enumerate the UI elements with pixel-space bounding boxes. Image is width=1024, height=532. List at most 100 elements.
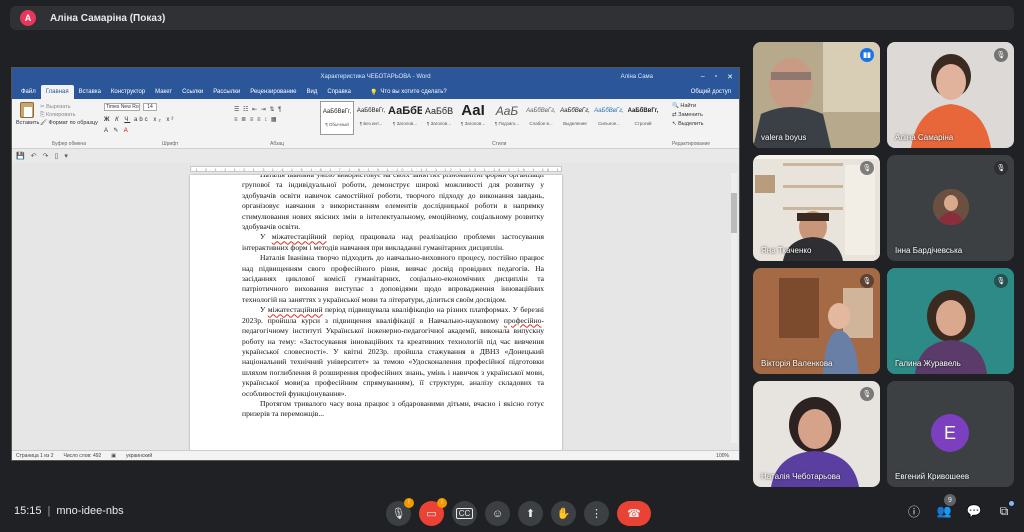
undo-icon[interactable]: ↶ [31,152,37,160]
cut-label: Вырезать [46,104,71,110]
style-heading-1[interactable]: АаБбВ ¶ Заголов... [388,101,422,135]
participant-tile[interactable]: 🎙 Інна Бардічевська [887,155,1014,261]
paragraph-buttons[interactable]: ☰ ☷ ⇤ ⇥ ⇅ ¶ ≡ ≣ ≡ ≡ ↕ ▦ [234,105,282,125]
tab-help[interactable]: Справка [322,87,356,97]
style-strong[interactable]: АаБбВвГг, Строгий [626,101,660,135]
style-sample: АаБбВвГг, [526,108,556,114]
meeting-details-button[interactable]: ⓘ [906,503,922,519]
side-panel-controls: ⓘ 👥 9 💬 ⧉ [906,494,1014,519]
meeting-code[interactable]: mno-idee-nbs [56,505,123,517]
tab-view[interactable]: Вид [302,87,323,97]
mic-button[interactable]: 🎙 ! [386,498,414,526]
tab-insert[interactable]: Вставка [74,87,106,97]
present-button[interactable]: ⬆ [518,501,543,526]
spelling-flag[interactable]: міжатестаційний [272,232,327,241]
spelling-flag[interactable]: професійно [504,316,542,325]
style-intense-emphasis[interactable]: АаБбВвГг, Сильное... [592,101,626,135]
style-name: ¶ Заголов... [460,121,486,126]
tab-design[interactable]: Конструктор [106,87,150,97]
doc-paragraph: Наталія Іванівна уміло використовує на с… [242,175,544,232]
style-no-spacing[interactable]: АаБбВвГг, ¶ Без инт... [354,101,388,135]
doc-paragraph: У міжатестаційний період працювала над р… [242,232,544,252]
scrollbar-thumb[interactable] [731,193,737,233]
replace-label: Заменить [678,112,703,118]
page-count[interactable]: Страница 1 из 2 [16,453,53,459]
chat-icon: 💬 [966,504,982,518]
participant-tile[interactable]: E Евгений Кривошеев [887,381,1014,487]
participant-tile[interactable]: ▮▮ valera boyus [753,42,880,148]
style-title[interactable]: АаІ ¶ Заголов... [456,101,490,135]
vertical-scrollbar[interactable] [731,173,737,443]
spelling-flag[interactable]: міжатестаційний [268,305,323,314]
clock-time: 15:15 [14,505,42,517]
share-button[interactable]: Общий доступ [691,89,731,95]
font-format-buttons[interactable]: Ж К Ч abc x₂ x² [104,117,175,123]
style-name: Слабое в... [529,121,553,126]
find-button[interactable]: 🔍 Найти [672,102,704,111]
minimize-icon[interactable]: – [701,73,705,81]
camera-off-icon: ▭ [426,508,437,520]
save-icon[interactable]: 💾 [16,152,25,160]
style-heading-2[interactable]: АаБбВ ¶ Заголов... [422,101,456,135]
participant-tile[interactable]: 🎙 Наталія Чеботарьова [753,381,880,487]
maximize-icon[interactable]: ▫ [715,73,717,81]
phone-hangup-icon: ☎ [627,508,641,520]
word-count[interactable]: Число слов: 492 [63,453,101,459]
zoom-level[interactable]: 100% [716,453,729,459]
redo-icon[interactable]: ↷ [43,152,49,160]
proofing-icon[interactable]: ▣ [111,453,116,459]
replace-button[interactable]: ⇄ Заменить [672,111,704,120]
doc-paragraph: Протягом тривалого часу вона працює з об… [242,398,544,419]
customize-toolbar-icon[interactable]: ▾ [64,152,68,160]
style-normal[interactable]: АаБбВвГг, ¶ Обычный [320,101,354,135]
paste-label: Вставить [16,120,40,126]
participant-tile[interactable]: 🎙 Аліна Самаріна [887,42,1014,148]
font-size-select[interactable]: 14 [143,103,157,111]
tab-file[interactable]: Файл [16,87,41,97]
language[interactable]: украинский [126,453,152,459]
paragraph-group-label: Абзац [270,141,285,147]
participant-tile[interactable]: 🎙 Яна Ткаченко [753,155,880,261]
cut-button[interactable]: ✂ Вырезать [40,103,98,111]
window-controls: – ▫ ✕ [701,73,733,81]
style-sample: АаБбВвГг, [627,108,659,114]
tell-me-search[interactable]: 💡 Что вы хотите сделать? [370,89,447,96]
leave-call-button[interactable]: ☎ [617,501,651,526]
tab-references[interactable]: Ссылки [177,87,208,97]
raise-hand-button[interactable]: ✋ [551,501,576,526]
style-emphasis[interactable]: АаБбВвГг, Выделение [558,101,592,135]
close-icon[interactable]: ✕ [727,73,733,81]
font-name-select[interactable]: Times New Ro [104,103,140,111]
meeting-info: 15:15 | mno-idee-nbs [14,505,124,517]
more-vert-icon: ⋮ [591,508,602,520]
reactions-button[interactable]: ☺ [485,501,510,526]
tab-review[interactable]: Рецензирование [245,87,301,97]
call-controls: 🎙 ! ▭ ! CC ☺ ⬆ ✋ ⋮ ☎ [386,498,651,526]
presenter-avatar: А [20,10,36,26]
activities-button[interactable]: ⧉ [996,501,1014,519]
document-page[interactable]: Наталія Іванівна уміло використовує на с… [190,175,562,455]
copy-button[interactable]: ⎘ Копировать [40,111,98,119]
camera-button[interactable]: ▭ ! [419,498,447,526]
people-button[interactable]: 👥 9 [936,494,956,519]
style-subtle-emphasis[interactable]: АаБбВвГг, Слабое в... [524,101,558,135]
format-painter-button[interactable]: 🖌 Формат по образцу [40,119,98,127]
participant-tile[interactable]: 🎙 Галина Журавель [887,268,1014,374]
select-label: Выделить [678,121,704,127]
more-options-button[interactable]: ⋮ [584,501,609,526]
chat-button[interactable]: 💬 [966,503,982,519]
clipboard-icon [20,102,34,118]
captions-button[interactable]: CC [452,501,477,526]
touch-mode-icon[interactable]: ▯ [54,152,58,160]
select-button[interactable]: ↖ Выделить [672,120,704,129]
font-color-buttons[interactable]: A ✎ A [104,127,130,134]
tab-layout[interactable]: Макет [150,87,177,97]
activities-dot [1009,501,1014,506]
style-subtitle[interactable]: АаБ ¶ Подзаго... [490,101,524,135]
tab-home[interactable]: Главная [40,85,74,99]
horizontal-ruler: ·1·2·1·1·1·2·1·3·1·4·1·5·1·6·1·7·1·8·1·9… [190,166,562,172]
tab-mailings[interactable]: Рассылки [208,87,245,97]
speaking-indicator-icon: ▮▮ [860,48,874,62]
participant-tile[interactable]: 🎙 Вікторія Валенкова [753,268,880,374]
paste-button[interactable]: Вставить [16,102,40,126]
